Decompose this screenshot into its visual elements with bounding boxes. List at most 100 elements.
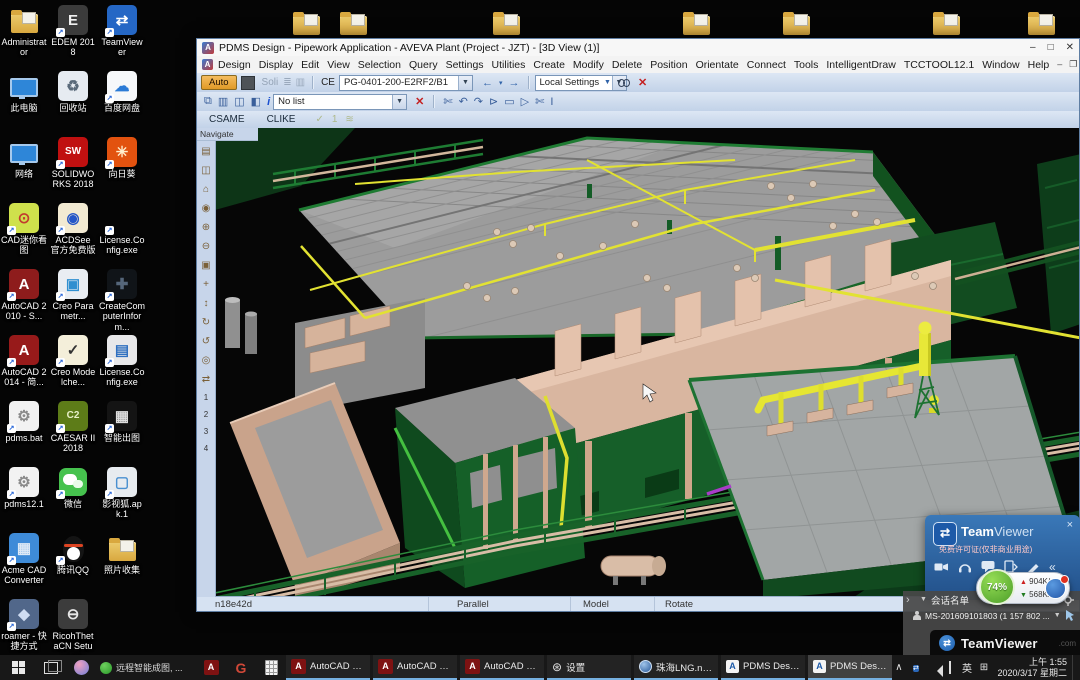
desktop-icon[interactable]: Administrator [1,5,47,58]
start-button[interactable] [0,655,36,680]
list-combobox[interactable]: No list ▼ [273,94,407,110]
desktop-icon[interactable]: ⊖RicohThetaCN Setup.exe [50,599,96,662]
play-icon[interactable]: ▷ [521,95,529,108]
menu-window[interactable]: Window [982,59,1019,71]
nav-tool-icon[interactable]: ⇄ [197,370,215,389]
menu-create[interactable]: Create [533,59,565,71]
nav-tool-icon[interactable]: ↻ [197,313,215,332]
nav-tool-icon[interactable]: ↺ [197,332,215,351]
clike-button[interactable]: CLIKE [261,113,302,126]
mdi-minimize-button[interactable]: – [1057,59,1062,70]
desktop-icon[interactable]: ↗腾讯QQ [50,533,96,575]
window-titlebar[interactable]: A PDMS Design - Pipework Application - A… [197,39,1079,57]
desktop-icon[interactable]: ✓↗Creo Modelche... [50,335,96,388]
desktop-icon[interactable]: A↗AutoCAD 2010 - S... [1,269,47,322]
display-icon[interactable] [941,662,958,673]
desktop-icon[interactable]: 此电脑 [1,71,47,113]
desktop-icon[interactable]: ▢↗影视狐.apk.1 [99,467,145,520]
taskbar-clock[interactable]: 上午 1:55 2020/3/17 星期二 [992,657,1072,679]
nav-tool-icon[interactable]: ⊕ [197,218,215,237]
calculator-button[interactable] [256,655,286,680]
desktop-icon[interactable]: 网络 [1,137,47,179]
find-binoculars-icon[interactable] [618,79,630,87]
menu-display[interactable]: Display [259,59,293,71]
touch-keyboard-icon[interactable]: ⊞ [975,662,992,673]
undo-icon[interactable]: ↶ [459,95,468,108]
desktop-icon[interactable]: ↗微信 [50,467,96,509]
menu-selection[interactable]: Selection [358,59,401,71]
mdi-restore-button[interactable]: ❐ [1069,59,1077,70]
desktop-icon[interactable]: SW↗SOLIDWORKS 2018 [50,137,96,190]
menu-delete[interactable]: Delete [612,59,642,71]
minimize-button[interactable]: – [1030,42,1036,53]
maximize-button[interactable]: □ [1048,42,1054,53]
pointer-icon[interactable]: ⊳ [489,95,498,108]
history-dropdown-icon[interactable]: ▾ [499,79,503,87]
teamviewer-close-icon[interactable]: × [1067,519,1073,531]
clip-icon[interactable]: ✄ [443,95,452,108]
desktop-icon[interactable]: ⊙↗CAD迷你看图 [1,203,47,256]
menu-connect[interactable]: Connect [747,59,786,71]
copy-icon[interactable]: ⧉ [204,95,212,108]
nav-tool-icon[interactable]: + [197,275,215,294]
history-forward-button[interactable]: → [509,77,520,89]
nav-tool-icon[interactable]: ◎ [197,351,215,370]
menu-position[interactable]: Position [650,59,687,71]
menu-settings[interactable]: Settings [446,59,484,71]
one-icon[interactable]: 1 [332,114,338,125]
ce-combobox[interactable]: PG-0401-200-E2RF2/B1 ▼ [339,75,473,91]
check-icon[interactable]: ✓ [315,114,323,125]
nav-view-button[interactable]: 3 [197,423,215,440]
desktop-icon[interactable]: ◆↗roamer - 快捷方式 [1,599,47,652]
desktop-icon[interactable]: ♻回收站 [50,71,96,113]
nav-tool-icon[interactable]: ⊖ [197,237,215,256]
desktop-icon[interactable]: ✳↗向日葵 [99,137,145,179]
desktop-icon[interactable]: ▦↗智能出图 [99,401,145,443]
window-tile-icon[interactable]: ◧ [251,95,261,108]
desktop-icon[interactable]: ⇄↗TeamViewer [99,5,145,58]
teamviewer-tray-icon[interactable]: ⇄ [907,662,924,674]
desktop-icon[interactable]: ✚↗CreateComputerInform... [99,269,145,332]
redo-icon[interactable]: ↷ [474,95,483,108]
desktop-icon[interactable]: C2↗CAESAR II 2018 [50,401,96,454]
desktop-icon[interactable]: E↗EDEM 2018 [50,5,96,58]
members-icon[interactable]: i [267,96,270,108]
menu-intelligentdraw[interactable]: IntelligentDraw [826,59,895,71]
taskbar-task-button[interactable]: ⊛设置 [547,655,631,680]
nav-tool-icon[interactable]: ◉ [197,199,215,218]
desktop-folder-icon[interactable] [783,10,807,35]
desktop-folder-icon[interactable] [293,10,317,35]
desktop-folder-icon[interactable] [933,10,957,35]
nav-view-button[interactable]: 4 [197,440,215,457]
headset-icon[interactable] [958,561,972,573]
autocad-pinned-button[interactable]: A [196,655,226,680]
desktop-folder-icon[interactable] [683,10,707,35]
g-app-button[interactable]: G [226,655,256,680]
auto-button[interactable]: Auto [201,75,237,90]
menu-edit[interactable]: Edit [301,59,319,71]
desktop-icon[interactable]: ⚙↗pdms.bat [1,401,47,443]
session-entry[interactable]: MS-201609101803 (1 157 802 ... ▼ [903,608,1080,623]
nav-tool-icon[interactable]: ⌂ [197,180,215,199]
taskbar-task-button[interactable]: APDMS Design ... [808,655,892,680]
toolbar-close-icon[interactable]: ✕ [638,76,647,89]
nav-tool-icon[interactable]: ↕ [197,294,215,313]
clear-list-icon[interactable]: ✕ [415,95,424,108]
wave-icon[interactable]: ≋ [345,114,353,125]
nav-tool-icon[interactable]: ▣ [197,256,215,275]
task-view-button[interactable] [36,655,66,680]
window-cascade-icon[interactable]: ◫ [234,95,244,108]
taskbar-task-button[interactable]: 珠海LNG.nwd ... [634,655,718,680]
desktop-icon[interactable]: 照片收集 [99,533,145,575]
desktop-folder-icon[interactable] [340,10,364,35]
fence-icon[interactable]: ▭ [504,95,514,108]
color-swatch[interactable] [241,76,255,90]
menu-orientate[interactable]: Orientate [696,59,739,71]
ime-indicator[interactable]: 英 [958,660,975,675]
pinned-app-button[interactable] [66,655,96,680]
menu-utilities[interactable]: Utilities [492,59,526,71]
snip-icon[interactable]: ✄ [535,95,544,108]
chevron-down-icon[interactable]: ▼ [458,76,472,90]
menu-tools[interactable]: Tools [794,59,819,71]
taskbar-task-button[interactable]: APDMS Design ... [721,655,805,680]
